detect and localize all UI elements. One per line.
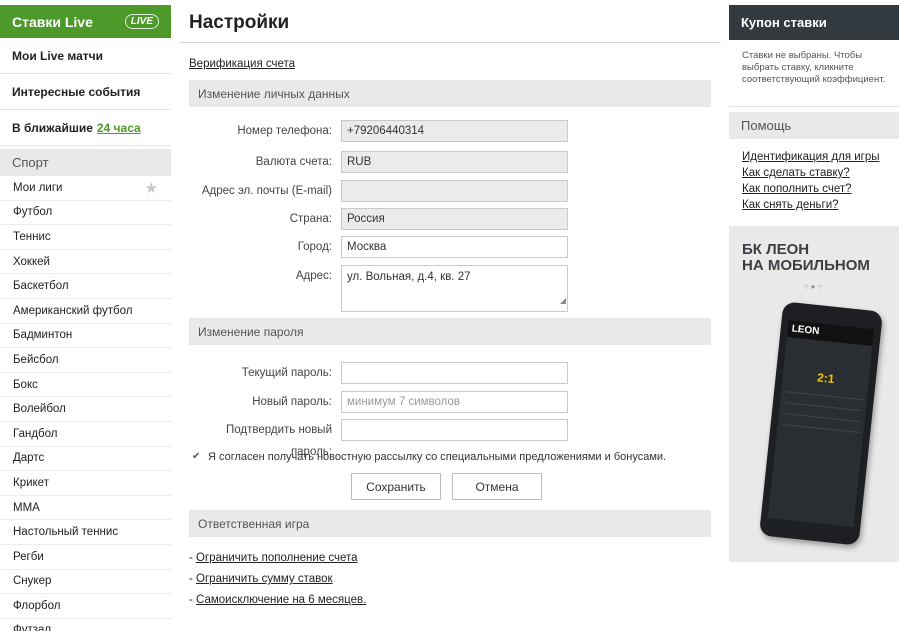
- country-field: Россия: [341, 208, 568, 230]
- phone-image: LEON 2:1: [758, 301, 884, 546]
- carousel-dots[interactable]: ○●○: [729, 282, 899, 291]
- sidebar-item-badminton[interactable]: Бадминтон: [0, 324, 171, 349]
- city-label: Город:: [297, 241, 332, 253]
- sidebar-item-cricket[interactable]: Крикет: [0, 471, 171, 496]
- promo-line-1: БК ЛЕОН: [742, 241, 810, 258]
- self-exclusion-link[interactable]: - Самоисключение на 6 месяцев.: [189, 594, 366, 606]
- help-header: Помощь: [729, 112, 899, 139]
- personal-data-section-header: Изменение личных данных: [189, 80, 711, 107]
- currency-field: RUB: [341, 151, 568, 173]
- coupon-empty-text: Ставки не выбраны. Чтобы выбрать ставку,…: [729, 40, 899, 107]
- live-bets-header[interactable]: Ставки Live LIVE: [0, 5, 171, 38]
- confirm-password-input[interactable]: [341, 419, 568, 441]
- sidebar-item-floorball[interactable]: Флорбол: [0, 594, 171, 619]
- sidebar-item-handball[interactable]: Гандбол: [0, 422, 171, 447]
- phone-label: Номер телефона:: [237, 125, 332, 137]
- left-sidebar: Ставки Live LIVE Мои Live матчи Интересн…: [0, 5, 171, 631]
- country-row: Страна: Россия: [189, 208, 711, 230]
- email-label: Адрес эл. почты (E-mail): [201, 185, 332, 197]
- limit-deposit-link[interactable]: - Ограничить пополнение счета: [189, 552, 358, 564]
- help-link-how-to-deposit[interactable]: Как пополнить счет?: [742, 181, 899, 197]
- screen-divider: [785, 391, 863, 401]
- phone-screen: LEON 2:1: [767, 320, 875, 527]
- sidebar-item-volleyball[interactable]: Волейбол: [0, 397, 171, 422]
- currency-label: Валюта счета:: [255, 156, 332, 168]
- promo-title: БК ЛЕОН НА МОБИЛЬНОМ: [729, 226, 899, 274]
- help-link-identification[interactable]: Идентификация для игры: [742, 149, 899, 165]
- settings-page: Ставки Live LIVE Мои Live матчи Интересн…: [0, 0, 899, 631]
- sidebar-item-snooker[interactable]: Снукер: [0, 570, 171, 595]
- limit-deposit-label: Ограничить пополнение счета: [196, 552, 358, 564]
- phone-row: Номер телефона: +79206440314: [189, 120, 711, 142]
- live-logo-icon: LIVE: [124, 14, 159, 29]
- new-password-label: Новый пароль:: [252, 396, 332, 408]
- leon-logo: LEON: [786, 320, 875, 346]
- help-link-how-to-withdraw[interactable]: Как снять деньги?: [742, 197, 899, 213]
- settings-main: Настройки Верификация счета Изменение ли…: [180, 5, 721, 606]
- resize-handle-icon[interactable]: ◢: [560, 292, 566, 310]
- upcoming-hours: 24 часа: [96, 120, 141, 135]
- new-password-input[interactable]: минимум 7 символов: [341, 391, 568, 413]
- address-textarea[interactable]: ул. Вольная, д.4, кв. 27 ◢: [341, 265, 568, 312]
- email-row: Адрес эл. почты (E-mail): [189, 180, 711, 202]
- current-password-input[interactable]: [341, 362, 568, 384]
- responsible-section-header: Ответственная игра: [189, 510, 711, 537]
- coupon-header: Купон ставки: [729, 5, 899, 40]
- my-live-matches-link[interactable]: Мои Live матчи: [0, 38, 171, 74]
- sidebar-item-hockey[interactable]: Хоккей: [0, 250, 171, 275]
- cancel-button[interactable]: Отмена: [452, 473, 542, 500]
- help-link-how-to-bet[interactable]: Как сделать ставку?: [742, 165, 899, 181]
- sidebar-item-table-tennis[interactable]: Настольный теннис: [0, 520, 171, 545]
- sidebar-item-my-leagues[interactable]: Мои лиги ★: [0, 176, 171, 201]
- sidebar-item-futsal[interactable]: Футзал: [0, 619, 171, 631]
- star-icon[interactable]: ★: [145, 179, 158, 197]
- sidebar-item-label: Мои лиги: [13, 181, 63, 194]
- phone-field: +79206440314: [341, 120, 568, 142]
- city-input[interactable]: Москва: [341, 236, 568, 258]
- screen-divider: [783, 402, 862, 412]
- upcoming-label: В ближайшие: [12, 120, 93, 135]
- email-field: [341, 180, 568, 202]
- promo-line-2: НА МОБИЛЬНОМ: [742, 257, 870, 274]
- screen-divider: [781, 423, 860, 434]
- new-password-row: Новый пароль: минимум 7 символов: [189, 391, 711, 413]
- current-password-label: Текущий пароль:: [241, 367, 332, 379]
- newsletter-row: ✔ Я согласен получать новостную рассылку…: [192, 451, 666, 463]
- sidebar-item-rugby[interactable]: Регби: [0, 545, 171, 570]
- sidebar-item-football[interactable]: Футбол: [0, 201, 171, 226]
- password-section-header: Изменение пароля: [189, 318, 711, 345]
- address-row: Адрес: ул. Вольная, д.4, кв. 27 ◢: [189, 265, 711, 312]
- sidebar-item-mma[interactable]: MMA: [0, 496, 171, 521]
- current-password-row: Текущий пароль:: [189, 362, 711, 384]
- city-row: Город: Москва: [189, 236, 711, 258]
- limit-bets-link[interactable]: - Ограничить сумму ставок: [189, 573, 333, 585]
- country-label: Страна:: [289, 213, 332, 225]
- live-bets-title: Ставки Live: [12, 13, 93, 30]
- sidebar-item-tennis[interactable]: Теннис: [0, 225, 171, 250]
- interesting-events-link[interactable]: Интересные события: [0, 74, 171, 110]
- verification-link[interactable]: Верификация счета: [189, 58, 721, 70]
- newsletter-checkbox[interactable]: ✔: [192, 452, 202, 462]
- save-button[interactable]: Сохранить: [351, 473, 441, 500]
- help-links: Идентификация для игры Как сделать ставк…: [729, 139, 899, 213]
- sidebar-item-basketball[interactable]: Баскетбол: [0, 274, 171, 299]
- address-value: ул. Вольная, д.4, кв. 27: [347, 271, 471, 283]
- screen-divider: [782, 412, 861, 423]
- limit-bets-label: Ограничить сумму ставок: [196, 573, 333, 585]
- address-label: Адрес:: [295, 270, 332, 282]
- mobile-promo-banner[interactable]: БК ЛЕОН НА МОБИЛЬНОМ ○●○ LEON 2:1: [729, 226, 899, 562]
- upcoming-24h-link[interactable]: В ближайшие 24 часа: [0, 110, 171, 146]
- sidebar-item-baseball[interactable]: Бейсбол: [0, 348, 171, 373]
- newsletter-text: Я согласен получать новостную рассылку с…: [208, 451, 667, 463]
- sidebar-item-american-football[interactable]: Американский футбол: [0, 299, 171, 324]
- sidebar-item-darts[interactable]: Дартс: [0, 447, 171, 472]
- phone-score: 2:1: [816, 370, 836, 387]
- sidebar-item-boxing[interactable]: Бокс: [0, 373, 171, 398]
- page-title: Настройки: [180, 5, 721, 43]
- sport-header: Спорт: [0, 149, 171, 176]
- currency-row: Валюта счета: RUB: [189, 151, 711, 173]
- self-exclusion-label: Самоисключение на 6 месяцев.: [196, 594, 367, 606]
- right-sidebar: Купон ставки Ставки не выбраны. Чтобы вы…: [729, 5, 899, 562]
